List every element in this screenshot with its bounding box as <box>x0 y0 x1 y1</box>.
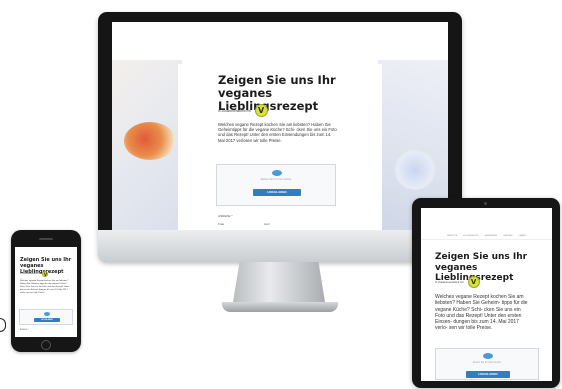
salutation-label: ANREDE * <box>218 214 233 218</box>
radio-frau[interactable]: Frau <box>218 222 224 226</box>
apple-logo-icon <box>271 235 289 255</box>
title-line-1: Zeigen Sie uns Ihr <box>218 73 336 87</box>
content-column: Zeigen Sie uns Ihr veganes Lieblingsreze… <box>178 64 382 230</box>
nav-item[interactable]: KOCHSCHULE <box>463 235 478 237</box>
upload-hint: Ziehen Sie Ihr Foto hierher <box>472 361 502 364</box>
imac-stand-foot <box>222 302 338 312</box>
salutation-field: ANREDE * Frau Herr <box>218 214 270 226</box>
sponsor-row: In Zusammenarbeit mit V <box>435 276 480 288</box>
cloud-upload-icon <box>272 170 282 176</box>
food-background-image-left <box>112 60 182 230</box>
sponsor-label: In Zusammenarbeit mit <box>218 108 251 113</box>
upload-hint: Ziehen Sie Ihr Foto hierher <box>260 178 292 181</box>
salutation-label: ANREDE * <box>20 329 29 331</box>
upload-dropzone[interactable]: Ziehen Sie Ihr Foto hierher HOCHLADEN <box>435 348 539 380</box>
carousel-prev-arrow-icon[interactable] <box>0 318 6 332</box>
upload-button[interactable]: HOCHLADEN <box>34 318 60 322</box>
cloud-upload-icon <box>483 353 493 359</box>
intro-text: Welches vegane Rezept kochen Sie am lieb… <box>20 280 70 294</box>
intro-text: Welches vegane Rezept kochen Sie am lieb… <box>218 122 337 143</box>
title-line-1: Zeigen Sie uns Ihr <box>435 252 528 262</box>
salutation-field: ANREDE * <box>20 329 29 331</box>
ipad-nav-bar: REZEPTE KOCHSCHULE GENIESSEN GESUND LEBE… <box>421 232 552 240</box>
upload-button[interactable]: HOCHLADEN <box>466 371 510 378</box>
upload-dropzone[interactable]: HOCHLADEN <box>19 309 73 325</box>
nav-item[interactable]: REZEPTE <box>447 235 457 237</box>
radio-herr[interactable]: Herr <box>264 222 270 226</box>
sponsor-label: In Zusammenarbeit mit <box>435 280 464 284</box>
nav-item[interactable]: GENIESSEN <box>484 235 497 237</box>
iphone-screen: Zeigen Sie uns Ihr veganes Lieblingsreze… <box>15 247 77 337</box>
iphone-earpiece <box>39 238 53 240</box>
food-bowl-graphic <box>124 122 176 160</box>
cloud-upload-icon <box>44 312 50 316</box>
intro-text: Welches vegane Rezept kochen Sie am lieb… <box>435 294 528 332</box>
sponsor-row: In Zusammenarbeit mit V <box>218 104 268 117</box>
nav-item[interactable]: LEBEN <box>519 235 526 237</box>
ipad-screen: REZEPTE KOCHSCHULE GENIESSEN GESUND LEBE… <box>421 208 552 381</box>
sponsor-row: In Zusammenarbeit mit V <box>20 271 49 277</box>
upload-dropzone[interactable]: Ziehen Sie Ihr Foto hierher HOCHLADEN <box>216 164 336 206</box>
cream-swirl-graphic <box>392 150 438 190</box>
salutation-options: Frau Herr <box>218 222 270 226</box>
nav-item[interactable]: GESUND <box>503 235 512 237</box>
ipad-camera <box>484 202 487 205</box>
upload-button[interactable]: HOCHLADEN <box>253 189 301 196</box>
sponsor-label: In Zusammenarbeit mit <box>20 273 39 275</box>
vegan-logo-icon: V <box>42 271 49 277</box>
imac-screen: Zeigen Sie uns Ihr veganes Lieblingsreze… <box>112 22 448 230</box>
vegan-logo-icon: V <box>467 276 480 288</box>
vegan-logo-icon: V <box>254 104 268 117</box>
iphone-home-button[interactable] <box>41 340 51 350</box>
